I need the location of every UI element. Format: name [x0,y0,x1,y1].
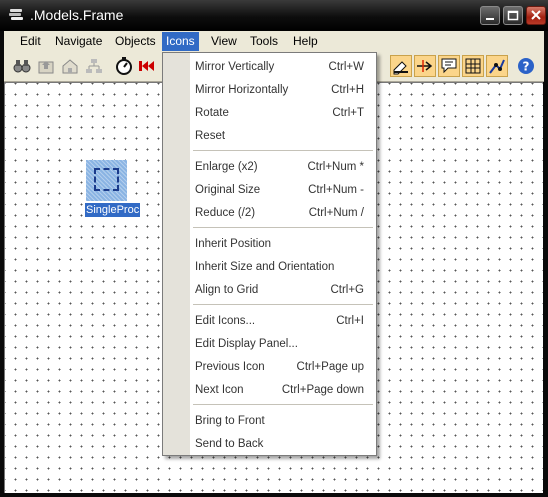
menu-item-original-size[interactable]: Original Size Ctrl+Num - [195,180,370,200]
go-up-icon [38,61,54,74]
menu-item-label: Next Icon [195,384,244,396]
menu-help[interactable]: Help [289,34,322,50]
menu-separator [193,404,373,405]
home-button[interactable] [60,56,80,76]
menu-item-label: Reduce (/2) [195,207,256,219]
menu-item-label: Bring to Front [195,415,265,427]
go-up-button[interactable] [36,56,56,76]
event-controller-button[interactable] [114,56,134,76]
title-bar[interactable]: .Models.Frame [0,0,548,31]
menu-item-next-icon[interactable]: Next Icon Ctrl+Page down [195,380,370,400]
menu-icons[interactable]: Icons [162,32,199,51]
auto-route-button[interactable] [486,55,508,77]
menu-item-label: Edit Display Panel... [195,338,298,350]
menu-item-label: Mirror Horizontally [195,84,289,96]
block-icon-frame [94,168,119,191]
rewind-icon [139,61,154,71]
menu-item-label: Previous Icon [195,361,265,373]
editor-icon [393,61,408,75]
find-button[interactable] [12,56,32,76]
menu-item-label: Original Size [195,184,261,196]
menu-item-shortcut: Ctrl+W [328,61,364,73]
svg-text:?: ? [523,60,530,74]
structure-button[interactable] [84,56,104,76]
menu-icon-strip [163,53,190,455]
menu-item-shortcut: Ctrl+I [336,315,364,327]
menu-item-enlarge[interactable]: Enlarge (x2) Ctrl+Num * [195,157,370,177]
close-icon [531,10,541,20]
grid-button[interactable] [462,55,484,77]
connection-arrow-icon [417,60,433,72]
menu-item-label: Send to Back [195,438,264,450]
menu-item-reduce[interactable]: Reduce (/2) Ctrl+Num / [195,203,370,223]
connector-button[interactable] [414,55,436,77]
menu-item-mirror-horizontally[interactable]: Mirror Horizontally Ctrl+H [195,80,370,100]
menu-item-shortcut: Ctrl+Num / [308,207,364,219]
app-stack-icon [9,9,23,20]
menu-item-label: Reset [195,130,226,142]
menu-item-shortcut: Ctrl+G [330,284,364,296]
menu-item-label: Edit Icons... [195,315,256,327]
hierarchy-icon [86,59,102,73]
edit-mode-button[interactable] [390,55,412,77]
menu-item-shortcut: Ctrl+H [331,84,364,96]
stopwatch-icon [116,57,132,75]
menu-navigate[interactable]: Navigate [51,34,106,50]
menu-separator [193,304,373,305]
minimize-icon [486,18,494,20]
menu-item-label: Mirror Vertically [195,61,275,73]
icons-menu-dropdown: Mirror Vertically Ctrl+W Mirror Horizont… [162,52,377,456]
menu-item-rotate[interactable]: Rotate Ctrl+T [195,103,370,123]
binoculars-icon [13,60,31,73]
menu-item-label: Rotate [195,107,229,119]
block-label[interactable]: SingleProc [85,203,141,217]
menu-item-reset[interactable]: Reset [195,126,370,146]
menu-item-inherit-position[interactable]: Inherit Position [195,234,370,254]
menu-item-shortcut: Ctrl+T [332,107,364,119]
menu-item-send-to-back[interactable]: Send to Back [195,434,370,454]
minimize-button[interactable] [480,6,500,25]
menu-view[interactable]: View [207,34,241,50]
menu-item-mirror-vertically[interactable]: Mirror Vertically Ctrl+W [195,57,370,77]
help-icon: ? [518,58,534,74]
application-window: .Models.Frame Edit Navigate Objects Icon… [0,0,548,497]
menu-objects[interactable]: Objects [111,34,160,50]
help-button[interactable]: ? [516,56,536,76]
menu-bar: Edit Navigate Objects Icons View Tools H… [4,31,544,53]
menu-item-previous-icon[interactable]: Previous Icon Ctrl+Page up [195,357,370,377]
menu-separator [193,227,373,228]
menu-item-shortcut: Ctrl+Num * [307,161,364,173]
menu-item-shortcut: Ctrl+Page down [281,384,364,396]
menu-separator [193,150,373,151]
window-title: .Models.Frame [30,7,124,23]
home-icon [62,59,78,74]
menu-item-bring-to-front[interactable]: Bring to Front [195,411,370,431]
menu-item-label: Align to Grid [195,284,259,296]
menu-item-label: Inherit Position [195,238,272,250]
menu-item-align-to-grid[interactable]: Align to Grid Ctrl+G [195,280,370,300]
menu-item-label: Inherit Size and Orientation [195,261,335,273]
menu-item-shortcut: Ctrl+Num - [308,184,364,196]
menu-item-edit-display-panel[interactable]: Edit Display Panel... [195,334,370,354]
menu-item-shortcut: Ctrl+Page up [296,361,364,373]
grid-icon [465,58,481,74]
comment-icon [441,58,457,74]
auto-route-icon [489,59,505,74]
close-button[interactable] [526,6,546,25]
menu-edit[interactable]: Edit [16,34,45,50]
window-bottom-border [0,493,548,497]
maximize-icon [507,10,519,21]
maximize-button[interactable] [503,6,523,25]
menu-tools[interactable]: Tools [246,34,282,50]
reset-simulation-button[interactable] [137,56,157,76]
menu-item-edit-icons[interactable]: Edit Icons... Ctrl+I [195,311,370,331]
menu-item-label: Enlarge (x2) [195,161,258,173]
singleproc-block[interactable] [86,160,127,201]
comment-button[interactable] [438,55,460,77]
menu-item-inherit-size-orientation[interactable]: Inherit Size and Orientation [195,257,370,277]
